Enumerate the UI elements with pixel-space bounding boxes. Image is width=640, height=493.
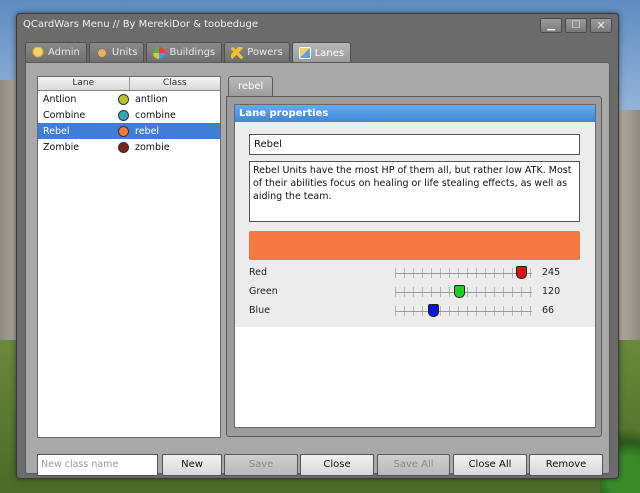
tab-buildings[interactable]: Buildings — [146, 42, 223, 62]
blue-label: Blue — [249, 305, 271, 316]
lane-row-zombie[interactable]: Zombie zombie — [38, 139, 220, 155]
qcardwars-menu-window: QCardWars Menu // By MerekiDor & toobedu… — [16, 13, 619, 479]
tab-units[interactable]: Units — [88, 42, 145, 62]
lane-name: Zombie — [43, 141, 80, 153]
tab-admin-label: Admin — [48, 47, 80, 58]
lane-class: combine — [116, 109, 220, 121]
lane-properties: Lane properties Rebel Rebel Units have t… — [234, 104, 596, 428]
lane-class-label: rebel — [135, 125, 160, 137]
color-dot-icon — [118, 109, 129, 121]
blue-slider-track[interactable] — [395, 311, 532, 312]
color-dot-icon — [118, 93, 129, 105]
new-class-input[interactable]: New class name — [37, 454, 158, 476]
green-label: Green — [249, 286, 278, 297]
red-slider-track[interactable] — [395, 273, 532, 274]
green-slider-thumb[interactable] — [454, 285, 466, 298]
green-value: 120 — [542, 286, 561, 297]
color-preview-swatch — [249, 231, 580, 260]
red-slider-thumb[interactable] — [516, 266, 528, 279]
column-header-lane[interactable]: Lane — [38, 77, 130, 90]
lane-list-header: Lane Class — [38, 77, 220, 91]
close-window-button[interactable]: ✕ — [590, 18, 612, 33]
lanes-icon — [298, 47, 311, 59]
lightning-icon — [231, 46, 244, 59]
tab-rebel[interactable]: rebel — [228, 76, 274, 96]
tab-buildings-label: Buildings — [169, 47, 216, 58]
lane-class: zombie — [116, 141, 220, 153]
lane-properties-body: Rebel Rebel Units have the most HP of th… — [235, 122, 595, 327]
color-dot-icon — [118, 141, 129, 153]
red-value: 245 — [542, 267, 561, 278]
save-button[interactable]: Save — [224, 454, 298, 476]
title-bar[interactable]: QCardWars Menu // By MerekiDor & toobedu… — [17, 14, 618, 36]
tab-admin[interactable]: Admin — [25, 42, 87, 62]
lane-name: Combine — [43, 109, 86, 121]
lane-row-combine[interactable]: Combine combine — [38, 107, 220, 123]
new-button[interactable]: New — [162, 454, 222, 476]
close-all-button[interactable]: Close All — [453, 454, 527, 476]
minimize-button[interactable]: ▁ — [540, 18, 562, 33]
red-label: Red — [249, 267, 268, 278]
shield-icon — [32, 46, 44, 59]
tab-powers-label: Powers — [247, 47, 283, 58]
lane-name: Antlion — [43, 93, 77, 105]
blue-slider-thumb[interactable] — [427, 304, 439, 317]
lane-description-input[interactable]: Rebel Units have the most HP of them all… — [249, 161, 580, 222]
window-title: QCardWars Menu // By MerekiDor & toobedu… — [23, 19, 258, 30]
lane-class-label: combine — [135, 109, 176, 121]
maximize-button[interactable]: ☐ — [565, 18, 587, 33]
tab-lanes-label: Lanes — [314, 47, 345, 59]
tab-units-label: Units — [111, 47, 138, 58]
lanes-tab-body: Lane Class Antlion antlion Combine combi… — [25, 62, 610, 476]
blue-value: 66 — [542, 305, 555, 316]
color-dot-icon — [118, 125, 129, 137]
save-all-button[interactable]: Save All — [377, 454, 450, 476]
lane-properties-header: Lane properties — [235, 105, 595, 122]
blue-slider-row: Blue 66 — [249, 303, 580, 319]
red-slider-row: Red 245 — [249, 265, 580, 281]
lane-row-antlion[interactable]: Antlion antlion — [38, 91, 220, 107]
lane-editor-panel: Lane properties Rebel Rebel Units have t… — [226, 96, 602, 437]
remove-button[interactable]: Remove — [529, 454, 603, 476]
close-button[interactable]: Close — [300, 454, 374, 476]
tab-lanes[interactable]: Lanes — [291, 42, 352, 63]
lane-class-label: antlion — [135, 93, 168, 105]
green-slider-row: Green 120 — [249, 284, 580, 300]
lane-name: Rebel — [43, 125, 70, 137]
lane-class: antlion — [116, 93, 220, 105]
window-controls: ▁ ☐ ✕ — [540, 18, 612, 33]
face-icon — [95, 46, 108, 59]
lane-class-label: zombie — [135, 141, 170, 153]
lane-list[interactable]: Lane Class Antlion antlion Combine combi… — [37, 76, 221, 438]
background-building-right — [618, 110, 640, 340]
tab-powers[interactable]: Powers — [224, 42, 290, 62]
lane-name-input[interactable]: Rebel — [249, 134, 580, 155]
main-tabs: Admin Units Buildings Powers Lanes — [25, 42, 352, 63]
buildings-icon — [153, 46, 166, 59]
column-header-class[interactable]: Class — [129, 77, 220, 90]
lane-class: rebel — [116, 125, 220, 137]
lane-row-rebel[interactable]: Rebel rebel — [38, 123, 220, 139]
